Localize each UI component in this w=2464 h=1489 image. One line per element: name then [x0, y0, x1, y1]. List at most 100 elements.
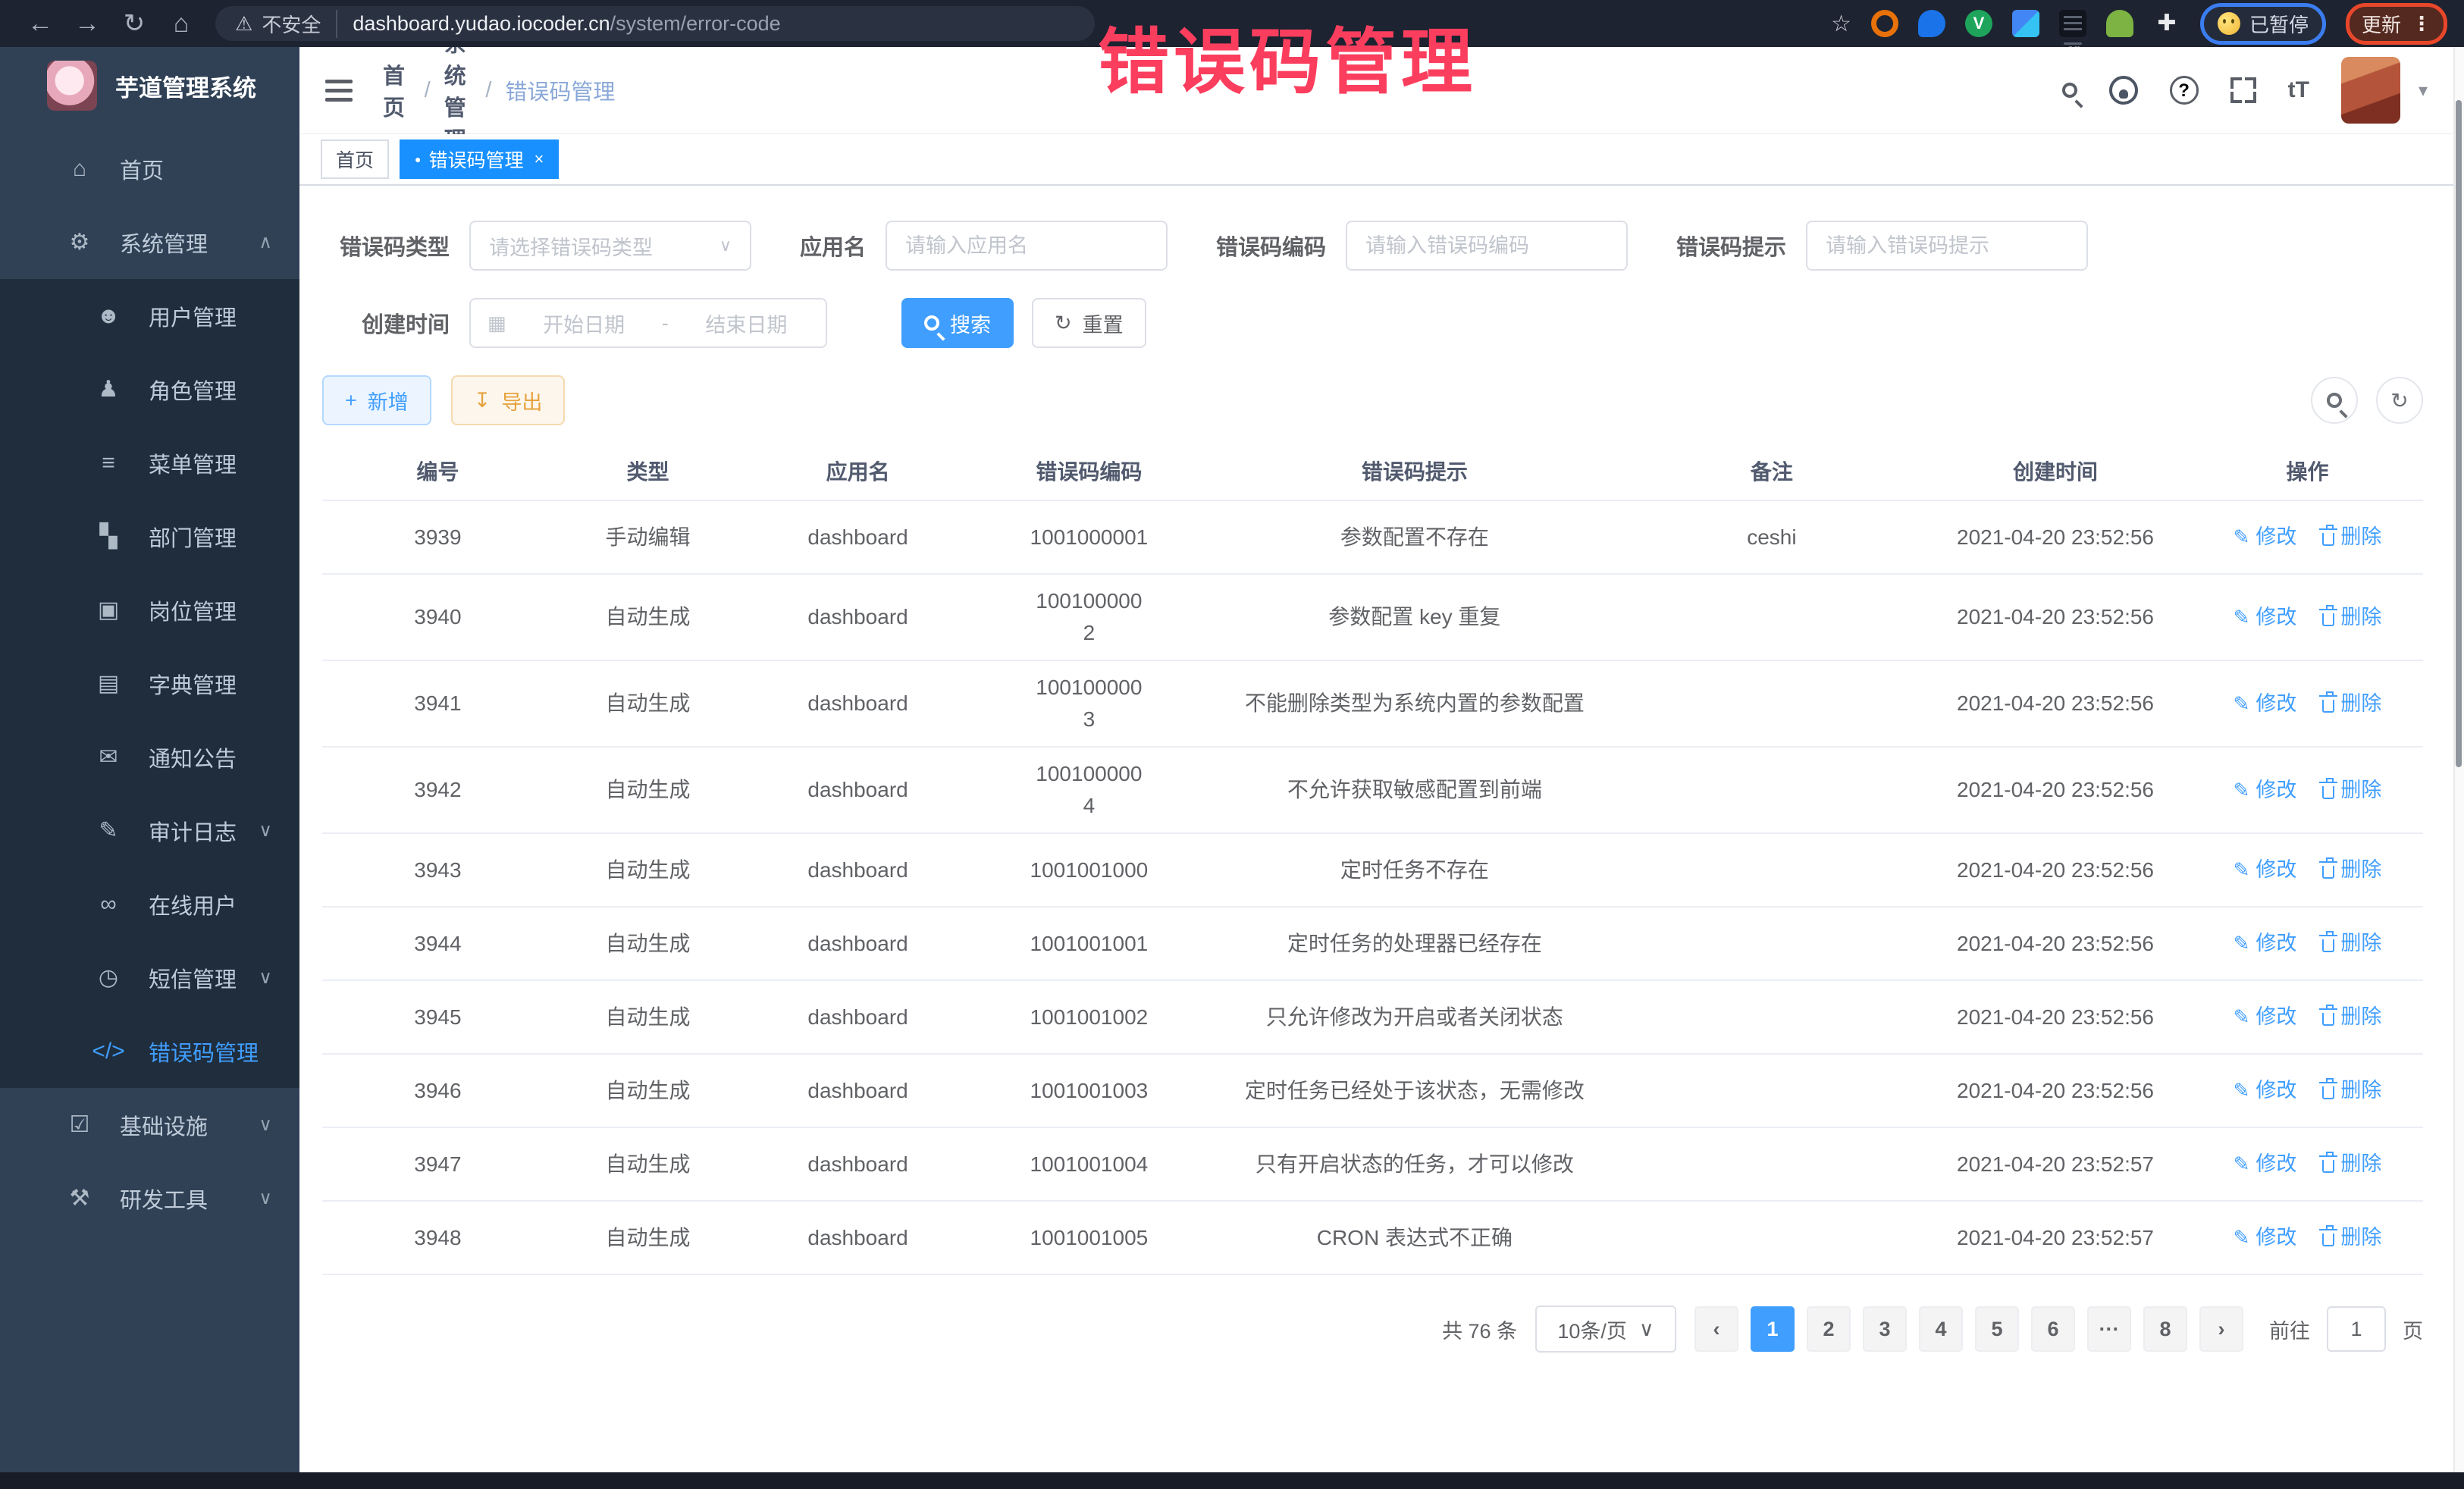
- pagination-ellipsis[interactable]: ···: [2087, 1306, 2131, 1352]
- edit-link[interactable]: ✎修改: [2234, 688, 2297, 719]
- hamburger-icon[interactable]: [325, 89, 353, 92]
- extension-icon[interactable]: [1871, 10, 1898, 37]
- error-code-type-select[interactable]: 请选择错误码类型 ∨: [469, 221, 751, 271]
- add-button[interactable]: + 新增: [322, 375, 431, 425]
- trash-icon: [2322, 866, 2334, 879]
- delete-link[interactable]: 删除: [2322, 1075, 2381, 1106]
- sidebar-item-sms-management[interactable]: ◷ 短信管理 ∨: [0, 941, 299, 1014]
- page-button-8[interactable]: 8: [2143, 1306, 2187, 1352]
- delete-link[interactable]: 删除: [2322, 1002, 2381, 1033]
- extension-icon[interactable]: [2106, 10, 2133, 37]
- page-button-3[interactable]: 3: [1863, 1306, 1907, 1352]
- cell-time: 2021-04-20 23:52:57: [1919, 1138, 2192, 1191]
- page-button-1[interactable]: 1: [1751, 1306, 1795, 1352]
- edit-link[interactable]: ✎修改: [2234, 854, 2297, 886]
- edit-link[interactable]: ✎修改: [2234, 602, 2297, 633]
- refresh-table-button[interactable]: ↻: [2376, 377, 2423, 424]
- reload-icon[interactable]: ↻: [111, 8, 158, 39]
- prev-page-button[interactable]: ‹: [1694, 1306, 1738, 1352]
- delete-link[interactable]: 删除: [2322, 522, 2381, 553]
- font-size-icon[interactable]: tT: [2288, 77, 2309, 103]
- delete-link[interactable]: 删除: [2322, 688, 2381, 719]
- sidebar-item-online-users[interactable]: ∞ 在线用户: [0, 867, 299, 941]
- edit-link[interactable]: ✎修改: [2234, 1222, 2297, 1253]
- column-header: 应用名: [742, 446, 973, 499]
- page-size-select[interactable]: 10条/页 ∨: [1535, 1306, 1676, 1353]
- kebab-menu-icon[interactable]: ⋮: [2412, 12, 2431, 36]
- sidebar-item-dept-management[interactable]: ▚ 部门管理: [0, 500, 299, 573]
- home-icon[interactable]: ⌂: [158, 9, 205, 39]
- address-bar[interactable]: ⚠ 不安全 dashboard.yudao.iocoder.cn /system…: [215, 6, 1095, 41]
- page-button-2[interactable]: 2: [1807, 1306, 1851, 1352]
- sidebar-item-user-management[interactable]: ☻ 用户管理: [0, 279, 299, 353]
- page-button-5[interactable]: 5: [1975, 1306, 2019, 1352]
- help-icon[interactable]: ?: [2170, 76, 2199, 105]
- cell-id: 3942: [322, 763, 553, 817]
- delete-link[interactable]: 删除: [2322, 602, 2381, 633]
- chevron-down-icon[interactable]: ▾: [2419, 80, 2428, 102]
- sidebar-item-audit-log[interactable]: ✎ 审计日志 ∨: [0, 794, 299, 867]
- scrollbar-track[interactable]: [2453, 47, 2464, 1472]
- forward-icon[interactable]: →: [64, 9, 111, 39]
- app-name-input[interactable]: [886, 221, 1168, 271]
- sidebar-item-dict-management[interactable]: ▤ 字典管理: [0, 647, 299, 720]
- extensions-puzzle-icon[interactable]: ✚: [2153, 10, 2180, 37]
- profile-paused-badge[interactable]: 已暂停: [2200, 3, 2326, 45]
- close-icon[interactable]: ×: [534, 149, 544, 169]
- sidebar-item-error-code-management[interactable]: </> 错误码管理: [0, 1014, 299, 1088]
- breadcrumb-home[interactable]: 首页: [383, 58, 411, 122]
- table-row: 3944 自动生成 dashboard 1001001001 定时任务的处理器已…: [322, 908, 2423, 981]
- next-page-button[interactable]: ›: [2199, 1306, 2243, 1352]
- extension-icon[interactable]: on: [2059, 10, 2086, 37]
- sidebar-item-dev-tools[interactable]: ⚒ 研发工具 ∨: [0, 1161, 299, 1235]
- extension-icon[interactable]: [2012, 10, 2039, 37]
- delete-link[interactable]: 删除: [2322, 1222, 2381, 1253]
- sidebar-item-menu-management[interactable]: ≡ 菜单管理: [0, 426, 299, 500]
- scrollbar-thumb[interactable]: [2456, 100, 2462, 767]
- sidebar-item-role-management[interactable]: ♟ 角色管理: [0, 353, 299, 426]
- extension-icon[interactable]: [1918, 10, 1945, 37]
- edit-link[interactable]: ✎修改: [2234, 1075, 2297, 1106]
- sidebar-item-infrastructure[interactable]: ☑ 基础设施 ∨: [0, 1088, 299, 1161]
- edit-icon: ✎: [2234, 855, 2250, 885]
- reset-button[interactable]: ↻ 重置: [1032, 298, 1146, 348]
- error-hint-input[interactable]: [1806, 221, 2088, 271]
- security-label[interactable]: 不安全: [262, 10, 337, 38]
- edit-link[interactable]: ✎修改: [2234, 1002, 2297, 1033]
- edit-link[interactable]: ✎修改: [2234, 1149, 2297, 1180]
- delete-link[interactable]: 删除: [2322, 928, 2381, 959]
- search-button[interactable]: 搜索: [901, 298, 1014, 348]
- error-code-input[interactable]: [1346, 221, 1628, 271]
- edit-link[interactable]: ✎修改: [2234, 522, 2297, 553]
- goto-page-input[interactable]: [2327, 1306, 2386, 1352]
- delete-link[interactable]: 删除: [2322, 1149, 2381, 1180]
- back-icon[interactable]: ←: [17, 9, 64, 39]
- search-icon[interactable]: [2062, 83, 2077, 98]
- cell-id: 3947: [322, 1138, 553, 1191]
- delete-link[interactable]: 删除: [2322, 775, 2381, 806]
- sidebar-item-notice[interactable]: ✉ 通知公告: [0, 720, 299, 794]
- cell-msg: 定时任务已经处于该状态，无需修改: [1205, 1064, 1625, 1118]
- bookmark-star-icon[interactable]: ☆: [1831, 11, 1851, 37]
- cell-code: 1001000001: [973, 511, 1205, 564]
- sidebar-item-post-management[interactable]: ▣ 岗位管理: [0, 573, 299, 647]
- export-button[interactable]: ↧ 导出: [451, 375, 566, 425]
- page-button-4[interactable]: 4: [1919, 1306, 1963, 1352]
- extension-icon[interactable]: V: [1965, 10, 1992, 37]
- cell-id: 3946: [322, 1064, 553, 1118]
- tag-error-code[interactable]: ● 错误码管理 ×: [400, 139, 559, 179]
- fullscreen-icon[interactable]: [2230, 77, 2256, 103]
- toggle-search-button[interactable]: [2311, 377, 2358, 424]
- edit-link[interactable]: ✎修改: [2234, 775, 2297, 806]
- sidebar-item-home[interactable]: ⌂ 首页: [0, 132, 299, 205]
- sidebar-item-system-management[interactable]: ⚙ 系统管理 ∧: [0, 205, 299, 279]
- tag-home[interactable]: 首页: [321, 139, 389, 179]
- cell-msg: 只有开启状态的任务，才可以修改: [1205, 1138, 1625, 1191]
- browser-update-button[interactable]: 更新 ⋮: [2346, 3, 2447, 45]
- create-time-range-picker[interactable]: ▦ 开始日期 - 结束日期: [469, 298, 827, 348]
- delete-link[interactable]: 删除: [2322, 854, 2381, 886]
- github-icon[interactable]: [2109, 76, 2138, 105]
- avatar[interactable]: [2341, 57, 2400, 124]
- edit-link[interactable]: ✎修改: [2234, 928, 2297, 959]
- page-button-6[interactable]: 6: [2031, 1306, 2075, 1352]
